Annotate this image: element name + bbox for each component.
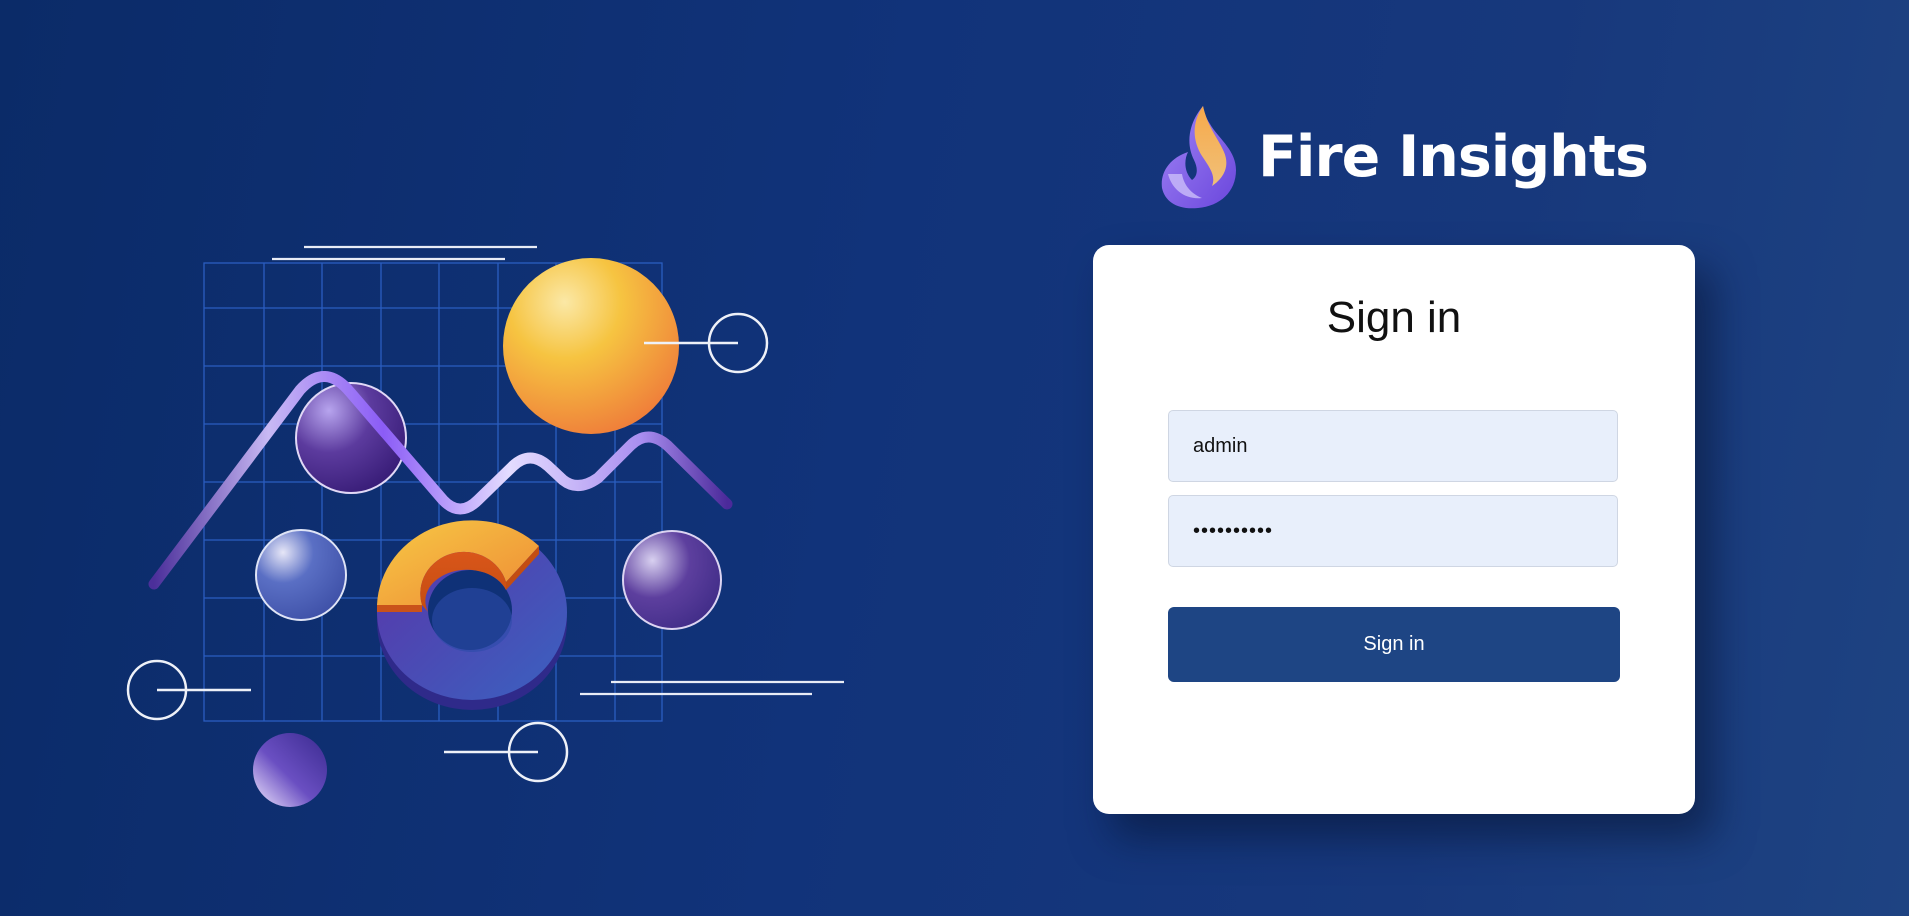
- violet-sphere: [622, 530, 722, 630]
- donut-chart: [377, 520, 567, 710]
- brand-name: Fire Insights: [1258, 123, 1649, 190]
- username-input[interactable]: [1168, 410, 1618, 482]
- small-sphere: [253, 733, 327, 807]
- login-card: Sign in Sign in: [1093, 245, 1695, 814]
- signin-button[interactable]: Sign in: [1168, 607, 1620, 682]
- password-input[interactable]: [1168, 495, 1618, 567]
- bottom-lines: [580, 680, 844, 696]
- flame-logo-icon: [1161, 106, 1236, 209]
- top-lines: [272, 245, 537, 261]
- signin-title: Sign in: [1326, 293, 1462, 342]
- yellow-sphere: [503, 258, 679, 434]
- blue-sphere: [255, 529, 347, 621]
- analytics-illustration: [126, 245, 844, 807]
- brand-header: Fire Insights: [1158, 104, 1649, 210]
